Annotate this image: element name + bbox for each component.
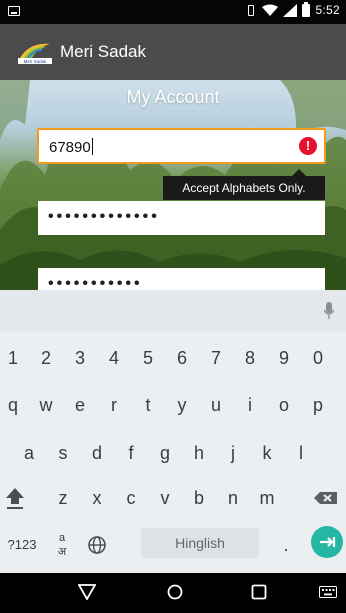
key-6[interactable]: 6	[167, 336, 197, 380]
key-y[interactable]: y	[167, 383, 197, 427]
shift-icon[interactable]	[0, 476, 31, 520]
password-dots: •••••••••••••	[48, 208, 160, 225]
back-nav-icon[interactable]	[78, 584, 96, 600]
space-bar[interactable]: Hinglish	[141, 528, 259, 558]
backspace-icon[interactable]	[310, 476, 342, 520]
app-logo: Meri Sadak	[18, 43, 52, 64]
key-v[interactable]: v	[150, 476, 180, 520]
key-g[interactable]: g	[150, 431, 180, 475]
key-e[interactable]: e	[65, 383, 95, 427]
wifi-icon	[262, 4, 279, 16]
system-nav-bar	[0, 573, 346, 613]
language-key-top: a	[58, 532, 66, 544]
keyboard-switch-icon[interactable]	[319, 586, 337, 598]
key-z[interactable]: z	[48, 476, 78, 520]
suggestion-strip	[0, 290, 346, 332]
error-icon: !	[299, 137, 317, 155]
key-a[interactable]: a	[14, 431, 44, 475]
status-icons: 5:52	[245, 1, 340, 17]
app-title: Meri Sadak	[60, 42, 146, 61]
key-o[interactable]: o	[269, 383, 299, 427]
enter-button[interactable]	[311, 526, 343, 558]
text-cursor	[91, 138, 94, 155]
confirm-password-dots: •••••••••••	[48, 275, 143, 291]
recents-nav-icon[interactable]	[251, 584, 267, 600]
key-5[interactable]: 5	[133, 336, 163, 380]
key-4[interactable]: 4	[99, 336, 129, 380]
key-3[interactable]: 3	[65, 336, 95, 380]
username-value: 67890	[49, 138, 94, 156]
key-m[interactable]: m	[252, 476, 282, 520]
vibrate-icon	[245, 4, 257, 17]
status-time: 5:52	[315, 3, 340, 17]
key-b[interactable]: b	[184, 476, 214, 520]
zxcv-row: z x c v b n m	[0, 476, 346, 520]
key-h[interactable]: h	[184, 431, 214, 475]
key-d[interactable]: d	[82, 431, 112, 475]
number-row: 1 2 3 4 5 6 7 8 9 0	[0, 336, 346, 380]
confirm-password-input[interactable]: •••••••••••	[38, 268, 325, 290]
notification-icon	[8, 6, 20, 16]
key-n[interactable]: n	[218, 476, 248, 520]
key-t[interactable]: t	[133, 383, 163, 427]
account-form-area: My Account 67890 ! Accept Alphabets Only…	[0, 80, 346, 290]
key-l[interactable]: l	[286, 431, 316, 475]
key-i[interactable]: i	[235, 383, 265, 427]
key-j[interactable]: j	[218, 431, 248, 475]
key-7[interactable]: 7	[201, 336, 231, 380]
key-0[interactable]: 0	[303, 336, 333, 380]
page-heading: My Account	[126, 87, 220, 107]
key-x[interactable]: x	[82, 476, 112, 520]
app-bar: Meri Sadak Meri Sadak	[0, 24, 346, 80]
qwerty-row: q w e r t y u i o p	[0, 383, 346, 427]
key-k[interactable]: k	[252, 431, 282, 475]
error-tooltip: Accept Alphabets Only.	[163, 169, 325, 200]
key-f[interactable]: f	[116, 431, 146, 475]
status-bar: 5:52	[0, 0, 346, 24]
key-period[interactable]: .	[271, 523, 301, 567]
key-w[interactable]: w	[31, 383, 61, 427]
enter-icon	[320, 537, 336, 547]
key-q[interactable]: q	[0, 383, 28, 427]
key-s[interactable]: s	[48, 431, 78, 475]
key-u[interactable]: u	[201, 383, 231, 427]
key-1[interactable]: 1	[0, 336, 28, 380]
key-9[interactable]: 9	[269, 336, 299, 380]
language-key[interactable]: a अ	[49, 523, 75, 567]
key-8[interactable]: 8	[235, 336, 265, 380]
soft-keyboard: 1 2 3 4 5 6 7 8 9 0 q w e r t y u i o p …	[0, 290, 346, 573]
language-key-label: अ	[57, 546, 67, 558]
mic-icon[interactable]	[324, 302, 334, 320]
battery-icon	[302, 1, 311, 17]
globe-icon[interactable]	[82, 523, 112, 567]
asdf-row: a s d f g h j k l	[0, 431, 346, 475]
password-input[interactable]: •••••••••••••	[38, 201, 325, 235]
signal-icon	[283, 3, 298, 17]
key-p[interactable]: p	[303, 383, 333, 427]
username-input[interactable]: 67890 !	[37, 128, 326, 164]
home-nav-icon[interactable]	[167, 584, 183, 600]
key-2[interactable]: 2	[31, 336, 61, 380]
key-r[interactable]: r	[99, 383, 129, 427]
key-c[interactable]: c	[116, 476, 146, 520]
logo-text: Meri Sadak	[24, 59, 48, 64]
symbols-key[interactable]: ?123	[4, 523, 40, 567]
